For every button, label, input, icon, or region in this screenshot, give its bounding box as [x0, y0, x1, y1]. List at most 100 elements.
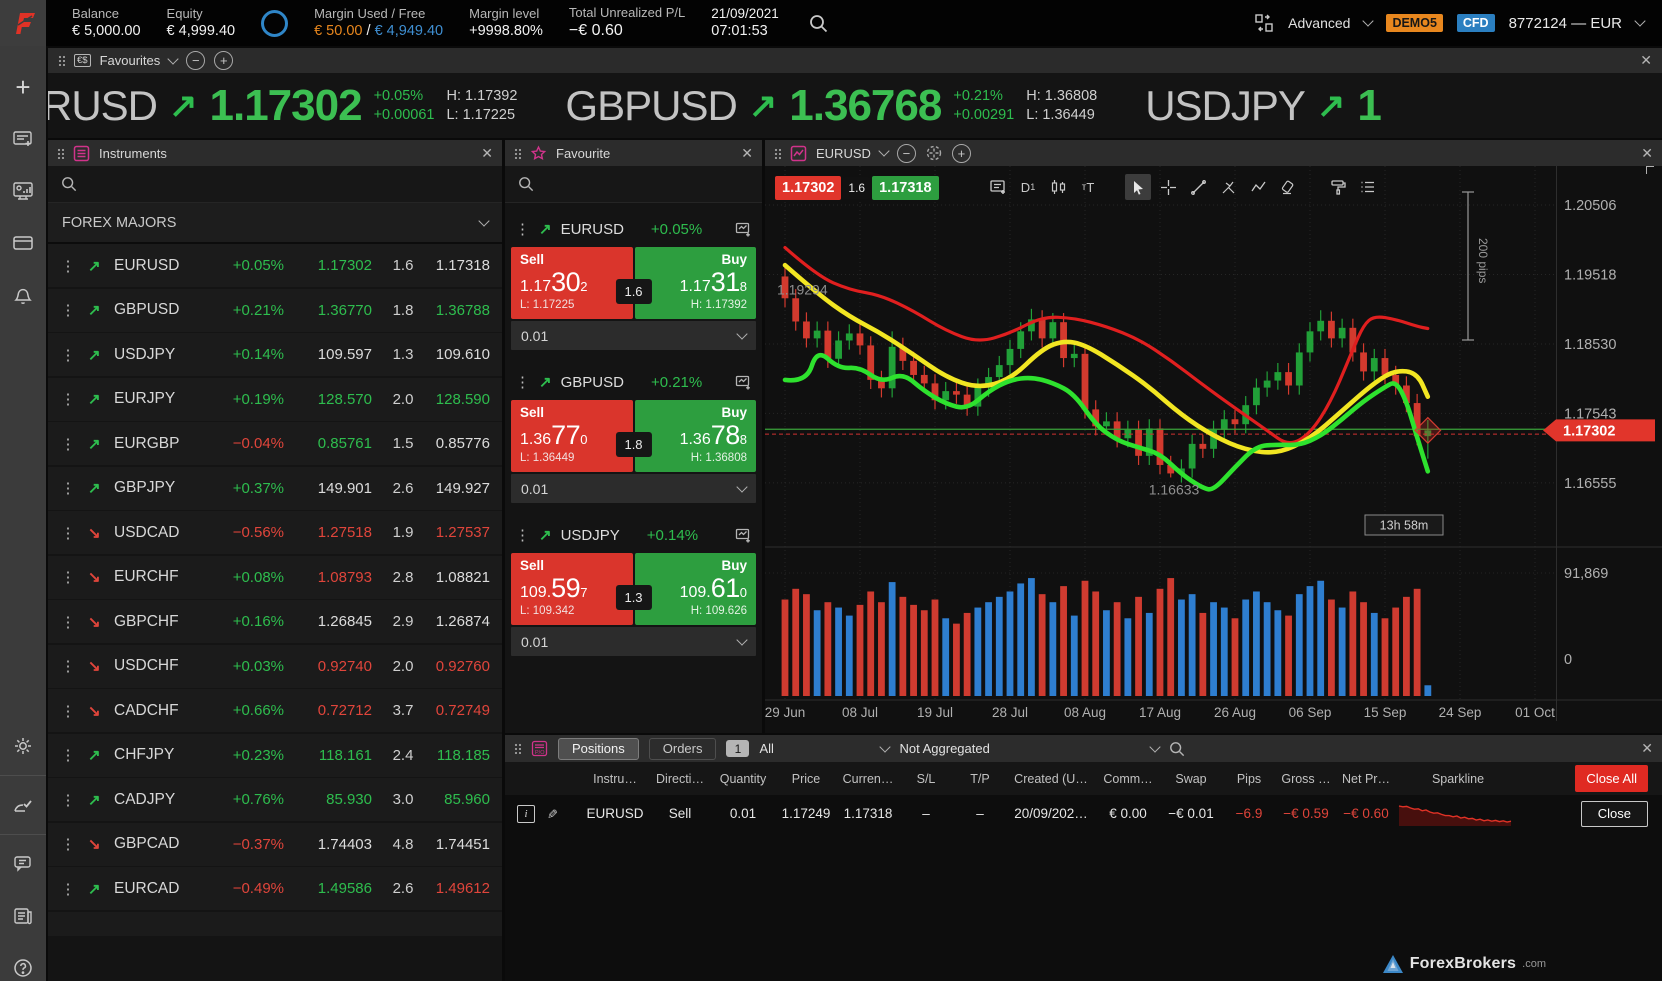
row-menu-icon[interactable]: ⋮ — [48, 301, 88, 319]
open-chart-icon[interactable] — [735, 221, 752, 238]
filter-all-chevron-icon[interactable] — [880, 741, 891, 752]
object-list-icon[interactable] — [1355, 174, 1381, 200]
ticker-instrument[interactable]: USDJPY ↗ 1 — [1121, 81, 1662, 131]
col-direction[interactable]: Directi… — [649, 772, 711, 786]
app-logo[interactable] — [0, 0, 46, 46]
instrument-ask[interactable]: 1.26874 — [434, 613, 490, 630]
favourite-card-header[interactable]: ⋮ ↗ GBPUSD +0.21% — [511, 364, 756, 400]
sell-button[interactable]: Sell 1.36770 L: 1.36449 — [511, 400, 633, 472]
row-menu-icon[interactable]: ⋮ — [48, 435, 88, 453]
col-net[interactable]: Net Pr… — [1335, 772, 1397, 786]
instrument-bid[interactable]: 1.17302 — [284, 257, 372, 274]
instrument-ask[interactable]: 118.185 — [434, 747, 490, 764]
filter-aggregation-chevron-icon[interactable] — [1150, 741, 1161, 752]
col-commission[interactable]: Comm… — [1095, 772, 1161, 786]
close-position-button[interactable]: Close — [1581, 801, 1648, 827]
cursor-tool-icon[interactable] — [1125, 174, 1151, 200]
row-menu-icon[interactable]: ⋮ — [515, 220, 530, 238]
instrument-bid[interactable]: 149.901 — [284, 480, 372, 497]
position-edit-icon[interactable]: ✎ — [541, 808, 559, 819]
row-menu-icon[interactable]: ⋮ — [48, 791, 88, 809]
price-chart[interactable]: 200 pips1.192941.1663313h 58m1.205061.19… — [765, 166, 1662, 733]
instrument-row[interactable]: ⋮ ↗ EURGBP −0.04% 0.85761 1.5 0.85776 — [48, 422, 502, 465]
tab-orders[interactable]: Orders — [649, 738, 717, 760]
row-menu-icon[interactable]: ⋮ — [48, 880, 88, 898]
open-chart-icon[interactable] — [735, 374, 752, 391]
layout-mode-chevron-icon[interactable] — [1363, 15, 1374, 26]
font-size-icon[interactable]: тТ — [1075, 174, 1101, 200]
timeframe-button[interactable]: D1 — [1015, 174, 1041, 200]
instrument-row[interactable]: ⋮ ↗ EURCAD −0.49% 1.49586 2.6 1.49612 — [48, 867, 502, 910]
instrument-bid[interactable]: 0.85761 — [284, 435, 372, 452]
quantity-select[interactable]: 0.01 — [511, 321, 756, 350]
instrument-ask[interactable]: 0.85776 — [434, 435, 490, 452]
favourite-search[interactable] — [505, 166, 762, 203]
row-menu-icon[interactable]: ⋮ — [48, 746, 88, 764]
settings-button[interactable] — [10, 733, 36, 759]
row-menu-icon[interactable]: ⋮ — [48, 568, 88, 586]
col-pips[interactable]: Pips — [1221, 772, 1277, 786]
buy-button[interactable]: Buy 1.36788 H: 1.36808 — [635, 400, 757, 472]
ticker-zoom-out-button[interactable]: − — [186, 51, 205, 70]
row-menu-icon[interactable]: ⋮ — [515, 526, 530, 544]
instrument-ask[interactable]: 0.92760 — [434, 658, 490, 675]
instrument-ask[interactable]: 109.610 — [434, 346, 490, 363]
row-menu-icon[interactable]: ⋮ — [48, 479, 88, 497]
instrument-bid[interactable]: 85.930 — [284, 791, 372, 808]
instrument-row[interactable]: ⋮ ↘ USDCHF +0.03% 0.92740 2.0 0.92760 — [48, 645, 502, 688]
chart-zoom-out-button[interactable]: − — [897, 144, 916, 163]
favourite-close-icon[interactable]: ✕ — [741, 145, 753, 162]
col-swap[interactable]: Swap — [1161, 772, 1221, 786]
instrument-row[interactable]: ⋮ ↘ CADCHF +0.66% 0.72712 3.7 0.72749 — [48, 689, 502, 732]
ticker-instrument[interactable]: GBPUSD ↗ 1.36768 +0.21%+0.00291 H: 1.368… — [541, 81, 1121, 131]
eraser-tool-icon[interactable] — [1275, 174, 1301, 200]
instrument-ask[interactable]: 1.27537 — [434, 524, 490, 541]
row-menu-icon[interactable]: ⋮ — [48, 524, 88, 542]
filter-aggregation-select[interactable]: Not Aggregated — [899, 741, 1159, 756]
trendline-tool-icon[interactable] — [1185, 174, 1211, 200]
instrument-row[interactable]: ⋮ ↗ CADJPY +0.76% 85.930 3.0 85.960 — [48, 778, 502, 821]
news-button[interactable] — [10, 903, 36, 929]
instrument-ask[interactable]: 128.590 — [434, 391, 490, 408]
row-menu-icon[interactable]: ⋮ — [48, 702, 88, 720]
drag-handle-icon[interactable] — [57, 148, 64, 159]
sell-button[interactable]: Sell 1.17302 L: 1.17225 — [511, 247, 633, 319]
global-search-icon[interactable] — [809, 14, 828, 33]
feedback-button[interactable] — [10, 792, 36, 818]
instrument-ask[interactable]: 149.927 — [434, 480, 490, 497]
position-info-icon[interactable]: i — [517, 805, 535, 823]
row-menu-icon[interactable]: ⋮ — [48, 613, 88, 631]
chart-close-icon[interactable]: ✕ — [1641, 145, 1653, 162]
instrument-bid[interactable]: 0.92740 — [284, 658, 372, 675]
row-menu-icon[interactable]: ⋮ — [48, 346, 88, 364]
ticker-chevron-icon[interactable] — [168, 53, 179, 64]
col-quantity[interactable]: Quantity — [711, 772, 775, 786]
notifications-button[interactable] — [10, 282, 36, 308]
bid-badge[interactable]: 1.17302 — [775, 176, 841, 200]
row-menu-icon[interactable]: ⋮ — [515, 373, 530, 391]
sell-button[interactable]: Sell 109.597 L: 109.342 — [511, 553, 633, 625]
account-chevron-icon[interactable] — [1634, 15, 1645, 26]
instrument-row[interactable]: ⋮ ↘ EURCHF +0.08% 1.08793 2.8 1.08821 — [48, 556, 502, 599]
chart-crosshair-button[interactable] — [925, 144, 943, 162]
ticker-zoom-in-button[interactable]: + — [214, 51, 233, 70]
close-all-button[interactable]: Close All — [1575, 765, 1648, 792]
tab-positions[interactable]: Positions — [558, 738, 639, 760]
instrument-row[interactable]: ⋮ ↘ GBPCHF +0.16% 1.26845 2.9 1.26874 — [48, 600, 502, 643]
layout-mode-select[interactable]: Advanced — [1288, 15, 1350, 31]
col-gross[interactable]: Gross … — [1277, 772, 1335, 786]
instrument-bid[interactable]: 118.161 — [284, 747, 372, 764]
instruments-close-icon[interactable]: ✕ — [481, 145, 493, 162]
account-select[interactable]: 8772124 — EUR — [1509, 15, 1622, 32]
price-scale-collapse-icon[interactable] — [1646, 166, 1654, 174]
chat-button[interactable] — [10, 851, 36, 877]
positions-search-icon[interactable] — [1169, 741, 1185, 757]
position-row[interactable]: i ✎ EURUSD Sell 0.01 1.17249 1.17318 – –… — [505, 795, 1662, 832]
filter-all-select[interactable]: All — [759, 741, 889, 756]
group-collapse-chevron-icon[interactable] — [478, 215, 489, 226]
layout-switch-icon[interactable] — [1254, 13, 1274, 33]
col-created[interactable]: Created (U… — [1007, 772, 1095, 786]
order-panel-icon[interactable] — [985, 174, 1011, 200]
instrument-bid[interactable]: 128.570 — [284, 391, 372, 408]
instrument-row[interactable]: ⋮ ↗ GBPUSD +0.21% 1.36770 1.8 1.36788 — [48, 289, 502, 332]
